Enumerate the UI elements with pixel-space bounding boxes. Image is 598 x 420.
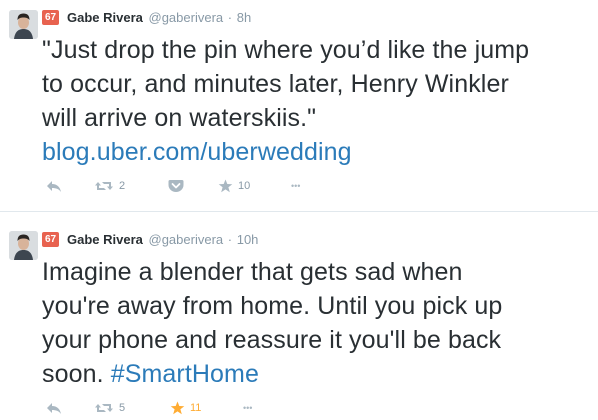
reply-icon — [47, 181, 61, 192]
retweet-button[interactable]: 5 — [94, 398, 125, 418]
reply-button[interactable] — [46, 398, 62, 418]
tweet-text-line: you're away from home. Until you pick up — [42, 292, 503, 320]
favorite-count: 10 — [238, 180, 251, 192]
fullname[interactable]: Gabe Rivera — [67, 232, 143, 247]
more-icon: ••• — [243, 403, 253, 413]
tweet[interactable]: 67 Gabe Rivera @gaberivera · 8h "Just dr… — [0, 0, 598, 211]
badge: 67 — [42, 232, 60, 247]
more-icon: ••• — [291, 181, 301, 191]
username[interactable]: @gaberivera — [149, 10, 224, 25]
hashtag-link[interactable]: #SmartHome — [111, 360, 259, 388]
favorite-button[interactable]: 11 — [170, 398, 201, 418]
tweet[interactable]: 67 Gabe Rivera @gaberivera · 10h Imagine… — [0, 213, 598, 420]
retweet-icon — [95, 182, 113, 190]
tweet-text-line: to occur, and minutes later, Henry Winkl… — [42, 70, 509, 98]
retweet-count: 5 — [119, 402, 126, 414]
retweet-button[interactable]: 2 — [94, 176, 125, 196]
retweet-count: 2 — [119, 180, 126, 192]
username[interactable]: @gaberivera — [149, 232, 224, 247]
fullname[interactable]: Gabe Rivera — [67, 10, 143, 25]
tweet-header: Gabe Rivera @gaberivera · 8h — [67, 9, 251, 26]
favorite-button[interactable]: 10 — [218, 176, 250, 196]
pocket-button[interactable] — [168, 176, 184, 196]
retweet-icon — [95, 404, 113, 412]
tweet-text-line: "Just drop the pin where you’d like the … — [42, 36, 530, 64]
timestamp[interactable]: 10h — [237, 232, 259, 247]
tweet-link[interactable]: blog.uber.com/uberwedding — [42, 135, 592, 169]
avatar-image — [9, 10, 38, 39]
tweet-text-line: Imagine a blender that gets sad when — [42, 258, 463, 286]
timestamp[interactable]: 8h — [237, 10, 251, 25]
avatar[interactable] — [9, 231, 38, 260]
reply-icon — [47, 403, 61, 414]
avatar-image — [9, 231, 38, 260]
separator: · — [227, 232, 233, 247]
tweet-text: Imagine a blender that gets sad when you… — [42, 255, 592, 391]
star-icon — [218, 179, 233, 193]
pocket-icon — [168, 180, 184, 192]
more-button[interactable]: ••• — [291, 176, 300, 196]
avatar[interactable] — [9, 10, 38, 39]
star-icon — [170, 401, 185, 415]
badge: 67 — [42, 10, 60, 25]
tweet-header: Gabe Rivera @gaberivera · 10h — [67, 231, 258, 248]
tweet-text-line: soon. #SmartHome — [42, 357, 592, 391]
tweet-text-prefix: soon. — [42, 360, 111, 388]
separator: · — [227, 10, 233, 25]
divider — [0, 211, 598, 212]
tweet-text-line: will arrive on waterskiis." — [42, 104, 317, 132]
tweet-text: "Just drop the pin where you’d like the … — [42, 33, 592, 169]
tweet-text-line: your phone and reassure it you'll be bac… — [42, 326, 502, 354]
more-button[interactable]: ••• — [243, 398, 252, 418]
favorite-count: 11 — [190, 402, 202, 414]
reply-button[interactable] — [46, 176, 62, 196]
